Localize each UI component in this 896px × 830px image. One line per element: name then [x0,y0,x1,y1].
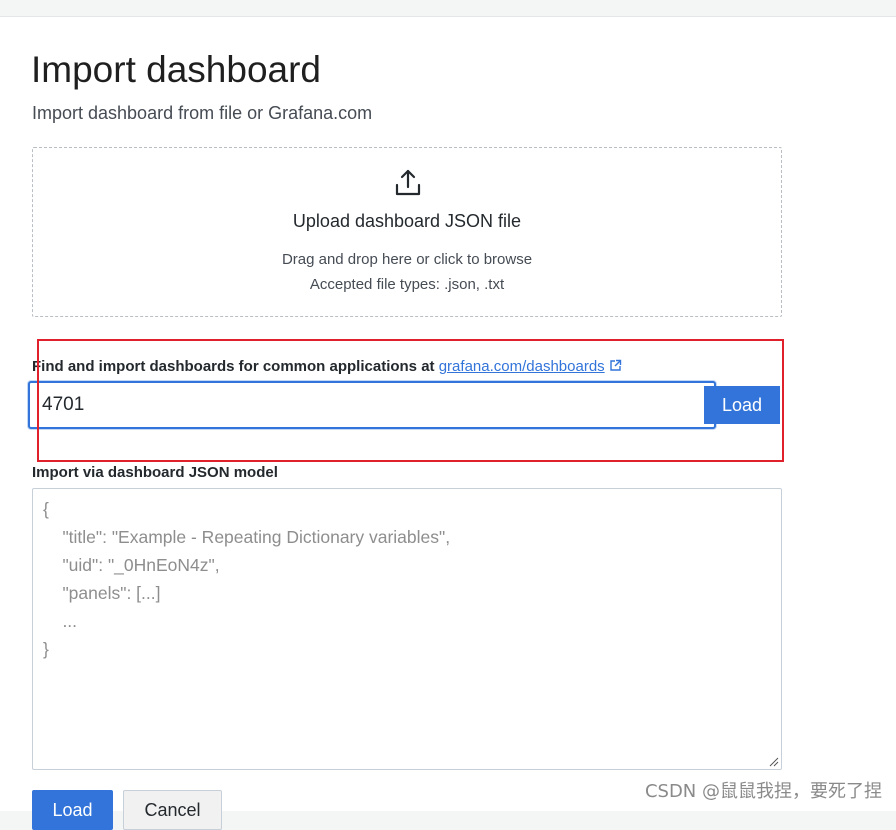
external-link-icon[interactable] [609,359,622,372]
grafana-com-label-text: Find and import dashboards for common ap… [32,358,435,375]
upload-dropzone[interactable]: Upload dashboard JSON file Drag and drop… [32,147,782,317]
import-dashboard-page: Import dashboard Import dashboard from f… [0,16,896,830]
cancel-button[interactable]: Cancel [123,790,222,830]
upload-hint: Drag and drop here or click to browse [281,251,533,268]
grafana-dashboards-link-text[interactable]: grafana.com/dashboards [439,358,605,375]
json-model-textarea[interactable]: { "title": "Example - Repeating Dictiona… [32,488,782,770]
json-model-placeholder: { "title": "Example - Repeating Dictiona… [43,499,451,659]
page-subtitle: Import dashboard from file or Grafana.co… [32,103,373,123]
upload-accepted-types: Accepted file types: .json, .txt [309,276,505,293]
grafana-dashboards-link[interactable]: grafana.com/dashboards [439,358,622,375]
resize-grip-icon[interactable] [769,757,779,767]
watermark: CSDN @鼠鼠我捏，要死了捏 [644,781,882,802]
load-button[interactable]: Load [32,790,113,830]
upload-title: Upload dashboard JSON file [292,211,522,231]
grafana-load-button[interactable]: Load [704,386,780,424]
grafana-dashboard-id-input[interactable] [28,381,716,429]
upload-icon [395,169,421,196]
page-title: Import dashboard [31,49,322,90]
json-model-label: Import via dashboard JSON model [32,464,278,481]
grafana-com-label: Find and import dashboards for common ap… [32,358,622,375]
